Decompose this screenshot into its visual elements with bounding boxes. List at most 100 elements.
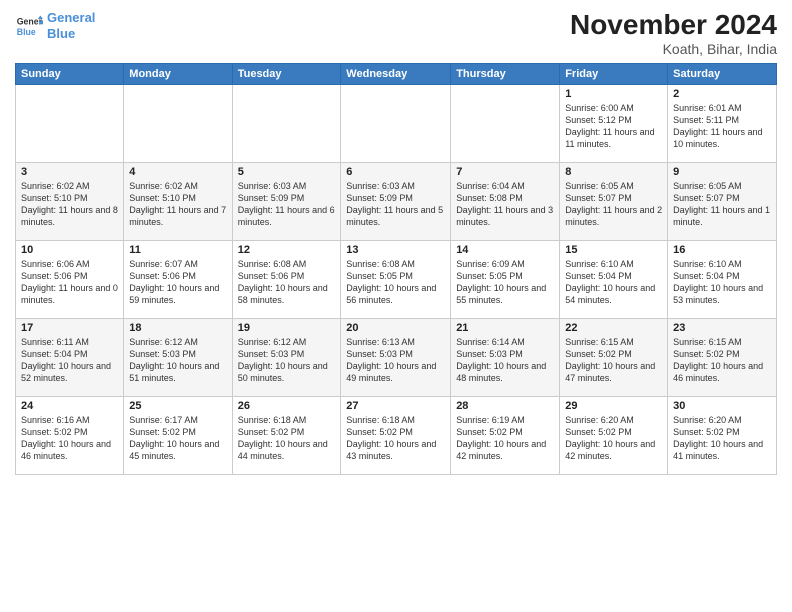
calendar-cell: 29 Sunrise: 6:20 AM Sunset: 5:02 PM Dayli… [560,396,668,474]
calendar-cell: 16 Sunrise: 6:10 AM Sunset: 5:04 PM Dayli… [668,240,777,318]
calendar-cell: 27 Sunrise: 6:18 AM Sunset: 5:02 PM Dayli… [341,396,451,474]
calendar-cell: 24 Sunrise: 6:16 AM Sunset: 5:02 PM Dayli… [16,396,124,474]
day-number: 10 [21,244,118,256]
calendar-cell: 1Sunrise: 6:00 AM Sunset: 5:12 PM Daylig… [560,84,668,162]
day-info: Sunrise: 6:19 AM Sunset: 5:02 PM Dayligh… [456,414,554,463]
day-info: Sunrise: 6:15 AM Sunset: 5:02 PM Dayligh… [565,336,662,385]
calendar-cell [16,84,124,162]
calendar-cell: 8 Sunrise: 6:05 AM Sunset: 5:07 PM Daylig… [560,162,668,240]
weekday-header: Tuesday [232,63,341,84]
day-number: 4 [129,166,226,178]
day-info: Sunrise: 6:07 AM Sunset: 5:06 PM Dayligh… [129,258,226,307]
day-info: Sunrise: 6:15 AM Sunset: 5:02 PM Dayligh… [673,336,771,385]
weekday-header: Friday [560,63,668,84]
day-number: 18 [129,322,226,334]
day-number: 15 [565,244,662,256]
day-number: 12 [238,244,336,256]
day-info: Sunrise: 6:04 AM Sunset: 5:08 PM Dayligh… [456,180,554,229]
calendar-cell: 9 Sunrise: 6:05 AM Sunset: 5:07 PM Daylig… [668,162,777,240]
day-info: Sunrise: 6:00 AM Sunset: 5:12 PM Dayligh… [565,102,662,151]
day-info: Sunrise: 6:02 AM Sunset: 5:10 PM Dayligh… [21,180,118,229]
calendar-cell: 30Sunrise: 6:20 AM Sunset: 5:02 PM Dayli… [668,396,777,474]
day-number: 9 [673,166,771,178]
calendar-cell [341,84,451,162]
day-number: 5 [238,166,336,178]
day-info: Sunrise: 6:20 AM Sunset: 5:02 PM Dayligh… [565,414,662,463]
calendar-cell: 25Sunrise: 6:17 AM Sunset: 5:02 PM Dayli… [124,396,232,474]
day-number: 28 [456,400,554,412]
calendar-cell: 23 Sunrise: 6:15 AM Sunset: 5:02 PM Dayli… [668,318,777,396]
calendar-cell: 10 Sunrise: 6:06 AM Sunset: 5:06 PM Dayli… [16,240,124,318]
day-info: Sunrise: 6:01 AM Sunset: 5:11 PM Dayligh… [673,102,771,151]
day-number: 8 [565,166,662,178]
calendar-cell: 5 Sunrise: 6:03 AM Sunset: 5:09 PM Daylig… [232,162,341,240]
weekday-header: Monday [124,63,232,84]
calendar-cell [232,84,341,162]
calendar-week-row: 3 Sunrise: 6:02 AM Sunset: 5:10 PM Daylig… [16,162,777,240]
calendar-cell: 26Sunrise: 6:18 AM Sunset: 5:02 PM Dayli… [232,396,341,474]
day-info: Sunrise: 6:20 AM Sunset: 5:02 PM Dayligh… [673,414,771,463]
calendar-cell: 28 Sunrise: 6:19 AM Sunset: 5:02 PM Dayli… [451,396,560,474]
day-info: Sunrise: 6:02 AM Sunset: 5:10 PM Dayligh… [129,180,226,229]
day-info: Sunrise: 6:03 AM Sunset: 5:09 PM Dayligh… [238,180,336,229]
day-number: 6 [346,166,445,178]
day-number: 11 [129,244,226,256]
calendar-cell: 12 Sunrise: 6:08 AM Sunset: 5:06 PM Dayli… [232,240,341,318]
weekday-header: Saturday [668,63,777,84]
weekday-header: Thursday [451,63,560,84]
day-info: Sunrise: 6:05 AM Sunset: 5:07 PM Dayligh… [673,180,771,229]
month-title: November 2024 [570,10,777,41]
calendar-cell: 11 Sunrise: 6:07 AM Sunset: 5:06 PM Dayli… [124,240,232,318]
day-info: Sunrise: 6:14 AM Sunset: 5:03 PM Dayligh… [456,336,554,385]
day-info: Sunrise: 6:16 AM Sunset: 5:02 PM Dayligh… [21,414,118,463]
day-info: Sunrise: 6:03 AM Sunset: 5:09 PM Dayligh… [346,180,445,229]
day-number: 24 [21,400,118,412]
day-info: Sunrise: 6:18 AM Sunset: 5:02 PM Dayligh… [346,414,445,463]
day-number: 29 [565,400,662,412]
day-info: Sunrise: 6:06 AM Sunset: 5:06 PM Dayligh… [21,258,118,307]
calendar-cell: 13Sunrise: 6:08 AM Sunset: 5:05 PM Dayli… [341,240,451,318]
day-number: 27 [346,400,445,412]
location-subtitle: Koath, Bihar, India [570,41,777,57]
calendar-cell: 20 Sunrise: 6:13 AM Sunset: 5:03 PM Dayli… [341,318,451,396]
svg-text:Blue: Blue [17,26,36,36]
calendar-cell: 6 Sunrise: 6:03 AM Sunset: 5:09 PM Daylig… [341,162,451,240]
calendar-cell: 7 Sunrise: 6:04 AM Sunset: 5:08 PM Daylig… [451,162,560,240]
day-number: 23 [673,322,771,334]
calendar-cell: 19Sunrise: 6:12 AM Sunset: 5:03 PM Dayli… [232,318,341,396]
calendar-cell [451,84,560,162]
calendar-cell: 4 Sunrise: 6:02 AM Sunset: 5:10 PM Daylig… [124,162,232,240]
weekday-header: Wednesday [341,63,451,84]
day-info: Sunrise: 6:10 AM Sunset: 5:04 PM Dayligh… [565,258,662,307]
day-info: Sunrise: 6:08 AM Sunset: 5:06 PM Dayligh… [238,258,336,307]
calendar-week-row: 24 Sunrise: 6:16 AM Sunset: 5:02 PM Dayli… [16,396,777,474]
day-number: 7 [456,166,554,178]
calendar-cell: 22 Sunrise: 6:15 AM Sunset: 5:02 PM Dayli… [560,318,668,396]
calendar-cell: 18 Sunrise: 6:12 AM Sunset: 5:03 PM Dayli… [124,318,232,396]
calendar-cell: 14Sunrise: 6:09 AM Sunset: 5:05 PM Dayli… [451,240,560,318]
day-number: 20 [346,322,445,334]
logo-icon: General Blue [15,12,43,40]
day-info: Sunrise: 6:10 AM Sunset: 5:04 PM Dayligh… [673,258,771,307]
day-info: Sunrise: 6:11 AM Sunset: 5:04 PM Dayligh… [21,336,118,385]
day-number: 22 [565,322,662,334]
calendar-cell: 17Sunrise: 6:11 AM Sunset: 5:04 PM Dayli… [16,318,124,396]
day-number: 21 [456,322,554,334]
day-number: 13 [346,244,445,256]
day-number: 2 [673,88,771,100]
day-info: Sunrise: 6:13 AM Sunset: 5:03 PM Dayligh… [346,336,445,385]
calendar-week-row: 10 Sunrise: 6:06 AM Sunset: 5:06 PM Dayli… [16,240,777,318]
day-info: Sunrise: 6:12 AM Sunset: 5:03 PM Dayligh… [129,336,226,385]
day-info: Sunrise: 6:05 AM Sunset: 5:07 PM Dayligh… [565,180,662,229]
calendar-week-row: 1Sunrise: 6:00 AM Sunset: 5:12 PM Daylig… [16,84,777,162]
day-number: 3 [21,166,118,178]
day-number: 16 [673,244,771,256]
calendar-header-row: SundayMondayTuesdayWednesdayThursdayFrid… [16,63,777,84]
calendar-cell: 3 Sunrise: 6:02 AM Sunset: 5:10 PM Daylig… [16,162,124,240]
day-info: Sunrise: 6:17 AM Sunset: 5:02 PM Dayligh… [129,414,226,463]
title-block: November 2024 Koath, Bihar, India [570,10,777,57]
day-number: 14 [456,244,554,256]
page-container: General Blue General Blue November 2024 … [0,0,792,480]
logo: General Blue General Blue [15,10,95,41]
calendar-cell: 15 Sunrise: 6:10 AM Sunset: 5:04 PM Dayli… [560,240,668,318]
